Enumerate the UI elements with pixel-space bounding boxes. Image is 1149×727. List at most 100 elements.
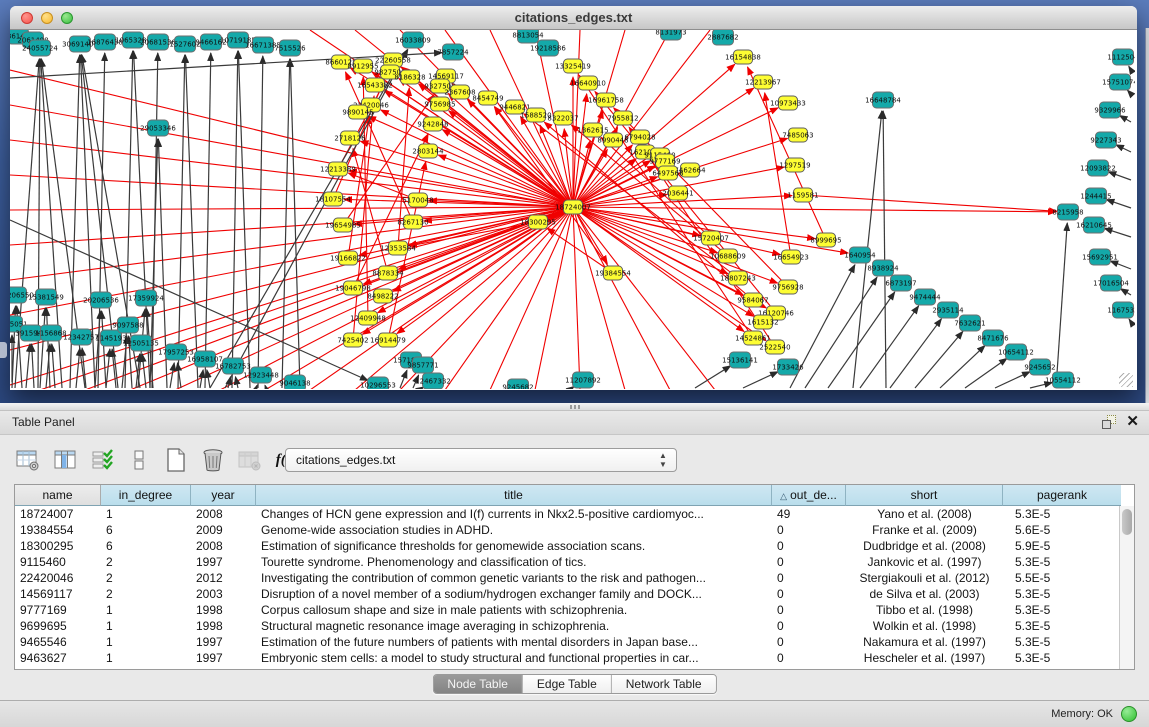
cell-out_degree[interactable]: 0 — [772, 586, 846, 602]
graph-node[interactable]: 5170048 — [402, 193, 433, 207]
cell-year[interactable]: 2003 — [191, 586, 256, 602]
graph-node[interactable]: 11207892 — [565, 372, 601, 388]
table-row[interactable]: 946362711997Embryonic stem cells: a mode… — [15, 650, 1134, 666]
column-header-name[interactable]: name — [15, 485, 101, 506]
panel-splitter[interactable] — [0, 403, 1149, 411]
graph-node[interactable]: 16154838 — [725, 50, 761, 64]
cell-in_degree[interactable]: 2 — [101, 586, 191, 602]
zoom-window-button[interactable] — [61, 12, 73, 24]
window-titlebar[interactable]: citations_edges.txt — [10, 6, 1137, 30]
cell-short[interactable]: Jankovic et al. (1997) — [846, 554, 1003, 570]
graph-node[interactable]: 1112504 — [1107, 49, 1135, 65]
cell-in_degree[interactable]: 1 — [101, 618, 191, 634]
cell-name[interactable]: 18724007 — [15, 506, 101, 522]
cell-name[interactable]: 19384554 — [15, 522, 101, 538]
graph-node[interactable]: 1297519 — [779, 158, 810, 172]
graph-node[interactable]: 15136141 — [722, 352, 758, 368]
graph-node[interactable]: 16033809 — [395, 32, 431, 48]
cell-short[interactable]: Nakamura et al. (1997) — [846, 634, 1003, 650]
cell-in_degree[interactable]: 6 — [101, 538, 191, 554]
cell-pagerank[interactable]: 5.3E-5 — [1003, 554, 1121, 570]
cell-name[interactable]: 9463627 — [15, 650, 101, 666]
table-vertical-scrollbar[interactable] — [1119, 506, 1134, 669]
cell-year[interactable]: 1998 — [191, 602, 256, 618]
cell-year[interactable]: 2008 — [191, 506, 256, 522]
network-canvas[interactable]: 1872400718300295866012889129552226055898… — [10, 30, 1135, 389]
cell-year[interactable]: 2008 — [191, 538, 256, 554]
cell-short[interactable]: Stergiakouli et al. (2012) — [846, 570, 1003, 586]
graph-node[interactable]: 16210645 — [1076, 217, 1112, 233]
minimize-window-button[interactable] — [41, 12, 53, 24]
cell-year[interactable]: 1998 — [191, 618, 256, 634]
cell-in_degree[interactable]: 6 — [101, 522, 191, 538]
cell-title[interactable]: Genome-wide association studies in ADHD. — [256, 522, 772, 538]
cell-in_degree[interactable]: 2 — [101, 554, 191, 570]
cell-out_degree[interactable]: 0 — [772, 570, 846, 586]
graph-node[interactable]: 2887682 — [707, 30, 738, 45]
graph-node[interactable]: 6873197 — [885, 275, 916, 291]
table-row[interactable]: 946554611997Estimation of the future num… — [15, 634, 1134, 650]
graph-node[interactable]: 2935114 — [932, 302, 964, 318]
graph-node[interactable]: 17016504 — [1093, 275, 1129, 291]
memory-ok-indicator[interactable] — [1121, 706, 1137, 722]
cell-short[interactable]: de Silva et al. (2003) — [846, 586, 1003, 602]
table-settings-button[interactable] — [14, 447, 42, 473]
graph-node[interactable]: 6794028 — [624, 130, 655, 144]
graph-node[interactable]: 16961758 — [588, 93, 624, 107]
column-header-in-degree[interactable]: in_degree — [101, 485, 191, 506]
graph-node[interactable]: 9474444 — [909, 289, 941, 305]
window-resize-grip[interactable] — [1119, 373, 1133, 387]
cell-short[interactable]: Franke et al. (2009) — [846, 522, 1003, 538]
table-row[interactable]: 969969511998Structural magnetic resonanc… — [15, 618, 1134, 634]
graph-node[interactable]: 8471676 — [977, 330, 1009, 346]
cell-out_degree[interactable]: 49 — [772, 506, 846, 522]
cell-pagerank[interactable]: 5.6E-5 — [1003, 522, 1121, 538]
table-row[interactable]: 1938455462009Genome-wide association stu… — [15, 522, 1134, 538]
column-header-pagerank[interactable]: pagerank — [1003, 485, 1121, 506]
network-view-window[interactable]: citations_edges.txt 18724007183002958660… — [10, 6, 1137, 390]
cell-name[interactable]: 9699695 — [15, 618, 101, 634]
cell-out_degree[interactable]: 0 — [772, 634, 846, 650]
graph-node[interactable]: 1159581 — [787, 188, 818, 202]
cell-out_degree[interactable]: 0 — [772, 522, 846, 538]
cell-out_degree[interactable]: 0 — [772, 538, 846, 554]
cell-pagerank[interactable]: 5.3E-5 — [1003, 650, 1121, 666]
tab-edge-table[interactable]: Edge Table — [523, 675, 612, 693]
table-row[interactable]: 1456911722003Disruption of a novel membe… — [15, 586, 1134, 602]
graph-node[interactable]: 7425402 — [337, 333, 368, 347]
cell-pagerank[interactable]: 5.3E-5 — [1003, 506, 1121, 522]
cell-year[interactable]: 1997 — [191, 634, 256, 650]
close-window-button[interactable] — [21, 12, 33, 24]
graph-node[interactable]: 7485063 — [782, 128, 813, 142]
column-header-short[interactable]: short — [846, 485, 1003, 506]
graph-node[interactable]: 16640910 — [570, 76, 606, 90]
column-header-out-degree[interactable]: △out_de... — [772, 485, 846, 506]
splitter-grip-icon[interactable] — [570, 405, 580, 409]
cell-short[interactable]: Hescheler et al. (1997) — [846, 650, 1003, 666]
graph-node[interactable]: 8999695 — [810, 233, 841, 247]
tab-network-table[interactable]: Network Table — [612, 675, 716, 693]
cell-pagerank[interactable]: 5.3E-5 — [1003, 586, 1121, 602]
graph-node[interactable]: 9245682 — [502, 379, 533, 389]
cell-pagerank[interactable]: 5.5E-5 — [1003, 570, 1121, 586]
graph-node[interactable]: 8878334 — [372, 266, 404, 280]
cell-in_degree[interactable]: 1 — [101, 506, 191, 522]
cell-name[interactable]: 14569117 — [15, 586, 101, 602]
graph-node[interactable]: 9242848 — [417, 117, 448, 131]
cell-year[interactable]: 2012 — [191, 570, 256, 586]
graph-node[interactable]: 16543382 — [357, 78, 393, 92]
graph-node[interactable]: 15692951 — [1082, 249, 1118, 265]
cell-name[interactable]: 9115460 — [15, 554, 101, 570]
table-row[interactable]: 1872400712008Changes of HCN gene express… — [15, 506, 1134, 522]
cell-out_degree[interactable]: 0 — [772, 618, 846, 634]
cell-in_degree[interactable]: 1 — [101, 634, 191, 650]
graph-node[interactable]: 8322037 — [547, 111, 578, 125]
table-row[interactable]: 977716911998Corpus callosum shape and si… — [15, 602, 1134, 618]
graph-node[interactable]: 10654112 — [998, 344, 1034, 360]
graph-node[interactable]: 12467332 — [415, 373, 451, 389]
graph-node[interactable]: 10973433 — [770, 96, 806, 110]
graph-node[interactable]: 19384554 — [595, 266, 631, 280]
cell-title[interactable]: Embryonic stem cells: a model to study s… — [256, 650, 772, 666]
cell-title[interactable]: Investigating the contribution of common… — [256, 570, 772, 586]
graph-node[interactable]: 8131973 — [655, 30, 686, 40]
